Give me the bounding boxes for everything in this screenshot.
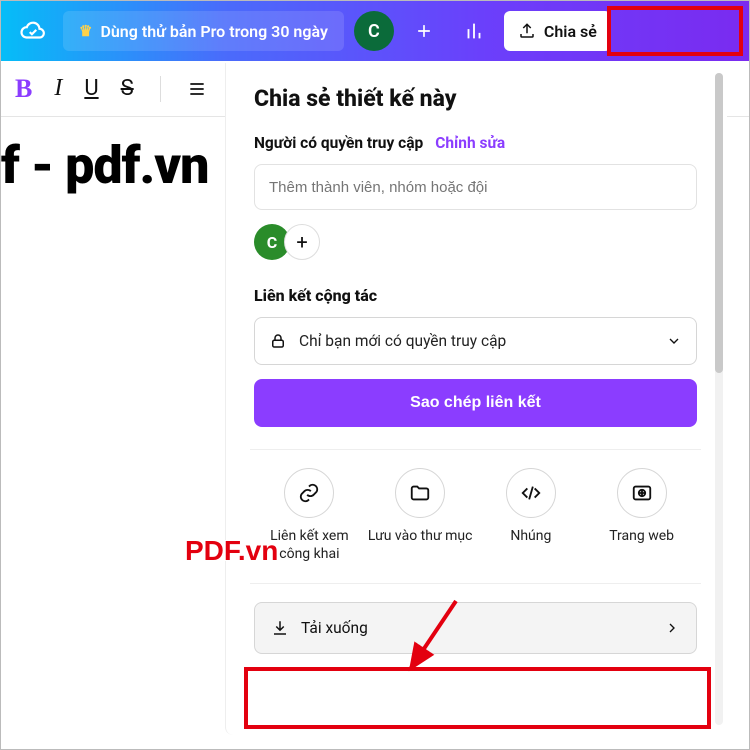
chevron-right-icon [664,620,680,636]
share-option-website[interactable]: Trang web [587,468,697,563]
link-icon [284,468,334,518]
link-access-select[interactable]: Chỉ bạn mới có quyền truy cập [254,317,697,365]
divider-2 [250,583,701,584]
folder-icon [395,468,445,518]
scrollbar[interactable] [715,73,723,725]
annotation-highlight-share [607,6,743,56]
pro-trial-label: Dùng thử bản Pro trong 30 ngày [100,22,327,41]
copy-link-button[interactable]: Sao chép liên kết [254,379,697,427]
add-page-button[interactable] [404,11,444,51]
divider [250,449,701,450]
align-button[interactable] [187,79,207,99]
share-panel-title: Chia sẻ thiết kế này [254,85,697,112]
access-label: Người có quyền truy cập [254,134,423,152]
share-button[interactable]: Chia sẻ [504,11,611,51]
download-icon [271,619,289,637]
top-bar: ♛ Dùng thử bản Pro trong 30 ngày C Chia … [1,1,749,61]
lock-icon [269,332,287,350]
strikethrough-button[interactable]: S [121,76,134,101]
share-option-save-folder[interactable]: Lưu vào thư mục [365,468,475,563]
edit-access-link[interactable]: Chỉnh sửa [435,134,505,152]
chevron-down-icon [666,333,682,349]
collab-link-title: Liên kết cộng tác [254,286,697,305]
share-option-public-link[interactable]: Liên kết xem công khai [254,468,364,563]
sync-status-icon[interactable] [13,11,53,51]
user-avatar[interactable]: C [354,11,394,51]
share-panel: Chia sẻ thiết kế này Người có quyền truy… [225,63,727,735]
web-icon [617,468,667,518]
upload-icon [518,22,536,40]
crown-icon: ♛ [79,22,92,40]
add-members-input[interactable] [254,164,697,210]
embed-icon [506,468,556,518]
italic-button[interactable]: I [54,75,62,102]
pro-trial-button[interactable]: ♛ Dùng thử bản Pro trong 30 ngày [63,11,344,51]
share-options: Liên kết xem công khai Lưu vào thư mục N… [254,468,697,563]
bold-button[interactable]: B [15,74,32,104]
add-member-button[interactable]: + [284,224,320,260]
analytics-button[interactable] [454,11,494,51]
share-option-embed[interactable]: Nhúng [476,468,586,563]
share-button-label: Chia sẻ [544,22,597,41]
toolbar-divider [160,76,161,102]
download-button[interactable]: Tải xuống [254,602,697,654]
underline-button[interactable]: U [84,76,98,101]
